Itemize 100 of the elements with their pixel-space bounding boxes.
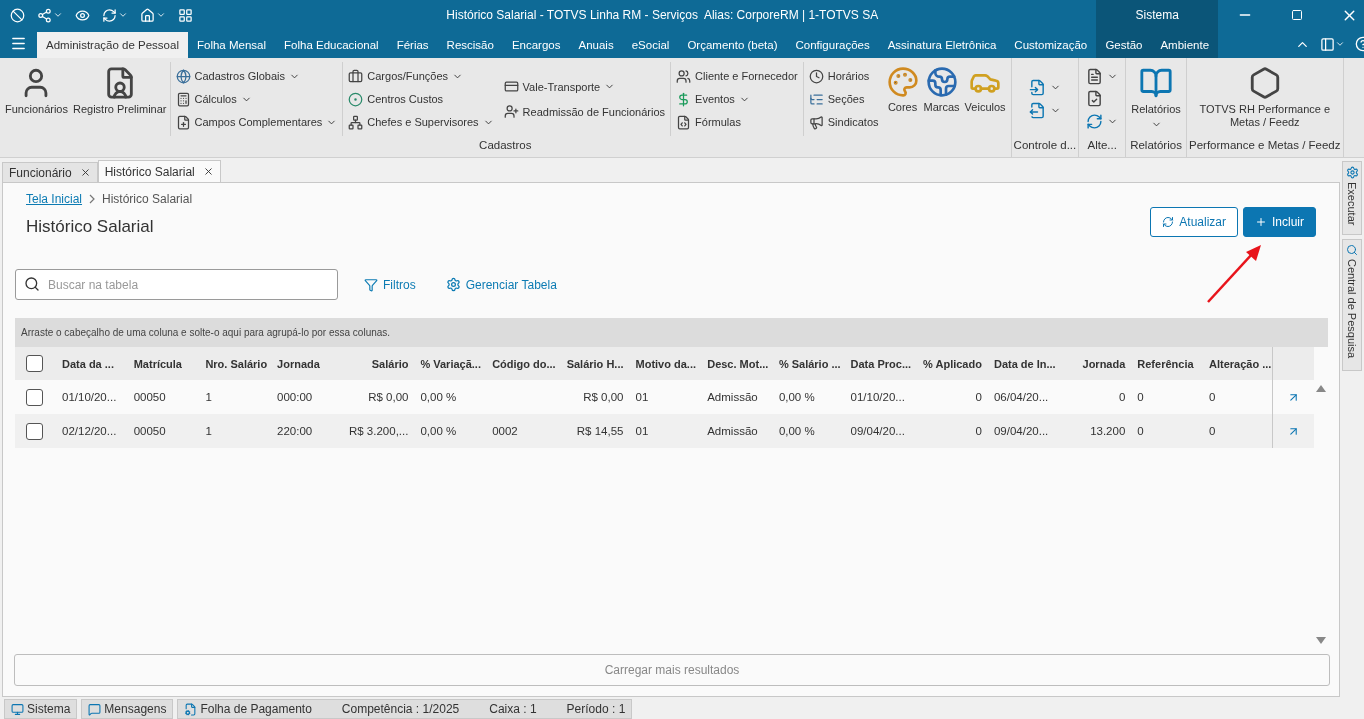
column-header[interactable]: Motivo da... (626, 347, 699, 380)
annotation-arrow (1205, 243, 1263, 305)
network-icon (348, 114, 364, 130)
table-cell: 0 (1128, 414, 1200, 448)
menu-tab[interactable]: Configurações (786, 32, 879, 58)
column-header[interactable]: % Aplicado (913, 347, 985, 380)
scroll-down-icon[interactable] (1315, 637, 1326, 644)
gear-icon (1345, 166, 1359, 179)
ribbon-button[interactable]: Sindicatos (807, 112, 880, 132)
column-header[interactable]: Salário H... (554, 347, 627, 380)
ribbon-button[interactable]: Relatórios (1129, 62, 1183, 136)
document-gear-icon (184, 702, 198, 716)
column-header[interactable]: Data de In... (984, 347, 1057, 380)
column-header[interactable]: Código do... (483, 347, 555, 380)
column-header[interactable]: % Variaçã... (411, 347, 484, 380)
grid-icon[interactable] (178, 7, 193, 23)
close-icon[interactable] (202, 166, 214, 177)
status-field: Caixa : 1 (489, 702, 537, 716)
ribbon-button[interactable]: Veiculos (962, 62, 1008, 136)
column-header[interactable]: Jornada (1056, 347, 1129, 380)
table-cell: 0,00 % (411, 414, 484, 448)
document-check-icon (1086, 90, 1104, 108)
manage-table-button[interactable]: Gerenciar Tabela (445, 277, 557, 292)
table-cell: 09/04/20... (841, 414, 914, 448)
close-icon[interactable] (79, 167, 91, 178)
menu-tab[interactable]: Ambiente (1151, 32, 1219, 58)
ribbon-button[interactable]: Chefes e Supervisores (347, 112, 495, 132)
restore-icon[interactable] (1291, 9, 1304, 21)
menu-tab[interactable]: Orçamento (beta) (678, 32, 787, 58)
ribbon-button[interactable]: Eventos (675, 89, 799, 109)
add-button[interactable]: Incluir (1243, 207, 1316, 237)
filter-button[interactable]: Filtros (364, 277, 416, 292)
search-field[interactable]: Buscar na tabela (15, 269, 338, 300)
menu-icon[interactable] (10, 35, 27, 52)
breadcrumb-link[interactable]: Tela Inicial (26, 192, 83, 206)
scroll-up-icon[interactable] (1315, 385, 1326, 392)
ribbon-button[interactable]: Fórmulas (675, 112, 799, 132)
side-tab[interactable]: Central de Pesquisa (1342, 239, 1362, 371)
refresh-icon (1086, 112, 1104, 130)
menu-tab[interactable]: Assinatura Eletrônica (878, 32, 1006, 58)
document-tab[interactable]: Histórico Salarial (97, 160, 221, 182)
ribbon-button[interactable]: TOTVS RH Performance e Metas / Feedz (1189, 62, 1340, 136)
book-icon (1139, 66, 1173, 100)
menu-tab[interactable]: Administração de Pessoal (37, 32, 188, 58)
ribbon-button[interactable]: Cadastros Globais (174, 66, 339, 86)
checkbox[interactable] (25, 422, 43, 440)
column-header[interactable]: Alteração ... (1200, 347, 1272, 380)
menu-tab[interactable]: Gestão (1096, 32, 1152, 58)
search-icon (1346, 244, 1358, 256)
menu-tab[interactable]: Folha Mensal (187, 32, 275, 58)
menu-tab[interactable]: Encargos (502, 32, 570, 58)
menu-tab[interactable]: Folha Educacional (275, 32, 388, 58)
status-button[interactable]: Sistema (4, 699, 78, 719)
column-header[interactable]: Salário (339, 347, 412, 380)
ribbon-button[interactable]: Horários (807, 66, 880, 86)
ribbon-button[interactable]: Centros Custos (347, 89, 495, 109)
status-module: Folha de Pagamento (200, 702, 312, 716)
column-header[interactable]: Data Proc... (841, 347, 914, 380)
ribbon-button[interactable]: Campos Complementares (174, 112, 339, 132)
ribbon-button[interactable]: Vale-Transporte (502, 75, 667, 98)
table-cell: 01 (626, 414, 699, 448)
side-tab[interactable]: Executar (1342, 161, 1362, 235)
column-header[interactable]: Desc. Mot... (698, 347, 770, 380)
eye-icon[interactable] (75, 7, 90, 23)
table-cell: 09/04/20... (984, 414, 1057, 448)
home-icon[interactable] (140, 7, 166, 23)
ribbon-button[interactable]: Registro Preliminar (71, 62, 169, 136)
code-document-icon (676, 114, 692, 130)
search-icon (24, 276, 40, 292)
document-in-icon (1028, 79, 1046, 96)
column-header[interactable]: Nro. Salário (196, 347, 269, 380)
menu-tab[interactable]: Rescisão (437, 32, 503, 58)
document-tab[interactable]: Funcionário (2, 162, 98, 182)
status-button[interactable]: Mensagens (81, 699, 174, 719)
column-header[interactable]: Jornada (268, 347, 340, 380)
column-header[interactable]: % Salário ... (769, 347, 842, 380)
menu-tab[interactable]: eSocial (622, 32, 679, 58)
ribbon-button[interactable]: Cálculos (174, 89, 339, 109)
ribbon-button[interactable]: Funcionários (3, 62, 70, 136)
column-header[interactable]: Matrícula (124, 347, 197, 380)
refresh-button[interactable]: Atualizar (1150, 207, 1238, 237)
globe-icon (925, 66, 958, 98)
checkbox[interactable] (25, 355, 43, 372)
ribbon-button[interactable]: Cores (884, 62, 921, 136)
network-icon[interactable] (37, 7, 63, 23)
load-more-button[interactable]: Carregar mais resultados (14, 654, 1330, 686)
checkbox[interactable] (25, 388, 43, 406)
menu-tab[interactable]: Anuais (569, 32, 623, 58)
app-logo-icon (10, 7, 25, 23)
refresh-icon[interactable] (102, 7, 128, 23)
ribbon-button[interactable]: Marcas (921, 62, 962, 136)
ribbon-button[interactable]: Seções (807, 89, 880, 109)
column-header[interactable]: Data da ... (53, 347, 125, 380)
ribbon-button[interactable]: Cliente e Fornecedor (675, 66, 799, 86)
ribbon-button[interactable]: Cargos/Funções (347, 66, 495, 86)
layout-icon[interactable] (1320, 36, 1346, 52)
ribbon-button[interactable]: Readmissão de Funcionários (502, 100, 667, 123)
menu-tab[interactable]: Customização (1005, 32, 1097, 58)
menu-tab[interactable]: Férias (387, 32, 438, 58)
column-header[interactable]: Referência (1128, 347, 1200, 380)
